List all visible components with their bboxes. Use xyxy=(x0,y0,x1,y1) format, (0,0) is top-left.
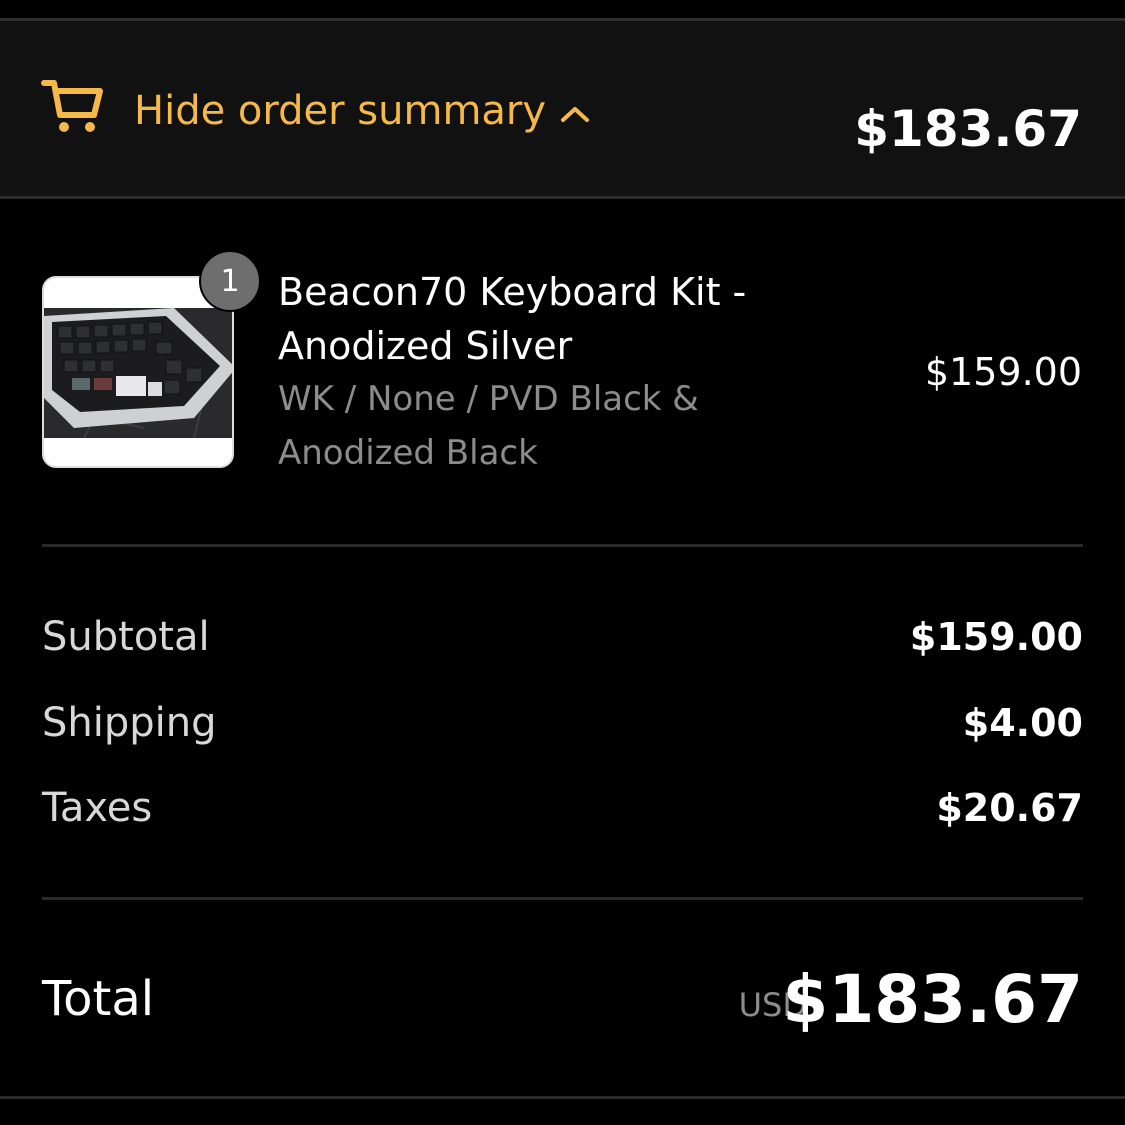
quantity-badge: 1 xyxy=(199,250,261,312)
keyboard-image xyxy=(44,308,232,438)
toggle-label: Hide order summary xyxy=(134,88,547,134)
product-thumbnail xyxy=(42,276,234,468)
costs-divider xyxy=(42,897,1083,900)
subtotal-row: Subtotal $159.00 xyxy=(42,609,1083,665)
product-price: $159.00 xyxy=(924,350,1082,394)
taxes-row: Taxes $20.67 xyxy=(42,780,1083,836)
total-label: Total xyxy=(42,971,155,1027)
cart-icon xyxy=(41,80,103,132)
shipping-label: Shipping xyxy=(42,700,217,746)
hide-order-summary-link[interactable]: Hide order summary xyxy=(134,83,590,139)
product-name: Beacon70 Keyboard Kit - Anodized Silver xyxy=(278,270,747,368)
chevron-up-icon xyxy=(561,107,590,122)
taxes-label: Taxes xyxy=(42,785,153,831)
line-item: 1 Beacon70 Keyboard Kit - Anodized Silve… xyxy=(42,250,1082,480)
items-divider xyxy=(42,544,1083,547)
subtotal-label: Subtotal xyxy=(42,614,210,660)
shipping-value: $4.00 xyxy=(962,701,1083,745)
order-summary-toggle-bar[interactable]: Hide order summary $183.67 xyxy=(0,21,1125,199)
grand-total-price: $183.67 xyxy=(782,961,1083,1038)
header-total-price: $183.67 xyxy=(854,100,1082,158)
total-row: Total USD $183.67 xyxy=(42,955,1083,1045)
subtotal-value: $159.00 xyxy=(909,615,1083,659)
bottom-divider xyxy=(0,1096,1125,1099)
shipping-row: Shipping $4.00 xyxy=(42,695,1083,751)
taxes-value: $20.67 xyxy=(936,786,1083,830)
product-variant: WK / None / PVD Black & Anodized Black xyxy=(278,379,699,473)
